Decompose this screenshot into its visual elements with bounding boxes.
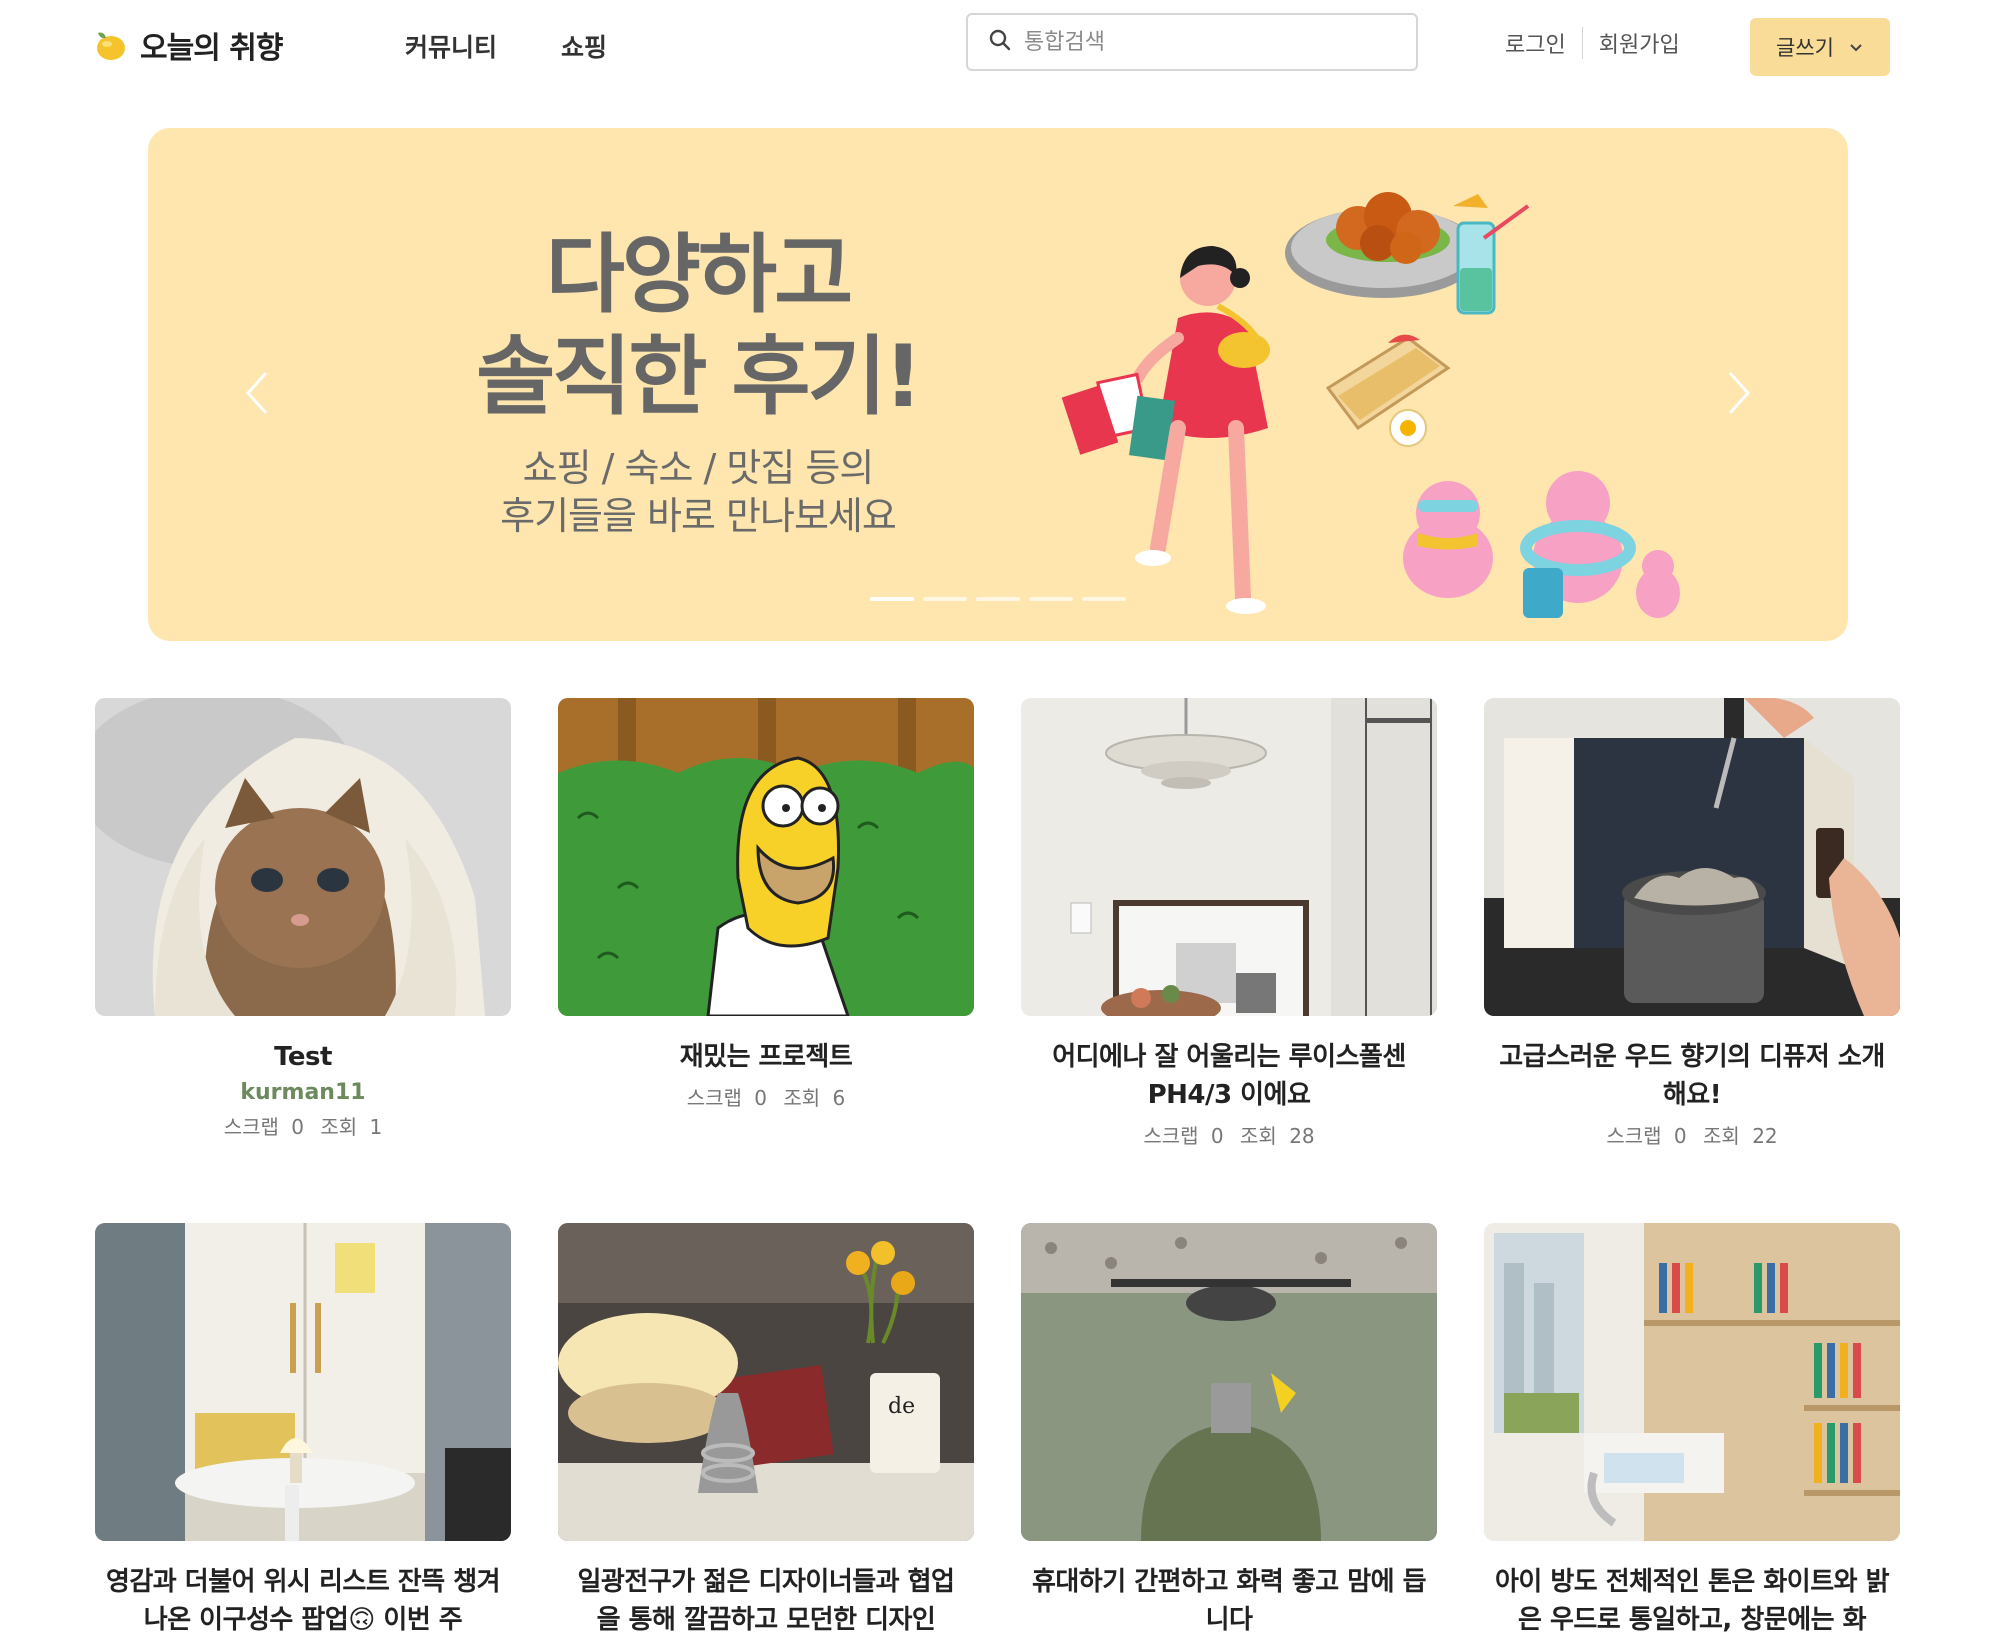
search-icon <box>988 28 1012 56</box>
banner-subtitle: 쇼핑 / 숙소 / 맛집 등의 후기들을 바로 만나보세요 <box>428 444 968 540</box>
views-count: 28 <box>1289 1124 1315 1148</box>
post-title[interactable]: 휴대하기 간편하고 화력 좋고 맘에 듭니다 <box>1021 1563 1437 1639</box>
banner-dot-2[interactable] <box>923 597 967 601</box>
auth-links: 로그인 회원가입 <box>1505 27 1680 59</box>
write-button[interactable]: 글쓰기 <box>1750 18 1890 76</box>
logo-text: 오늘의 취향 <box>140 31 283 66</box>
login-link[interactable]: 로그인 <box>1505 27 1566 59</box>
post-stats: 스크랩 0 조회 28 <box>1021 1120 1437 1149</box>
post-thumbnail[interactable]: de <box>558 1223 974 1541</box>
scrap-label: 스크랩 <box>686 1086 742 1110</box>
post-title[interactable]: 고급스러운 우드 향기의 디퓨저 소개해요! <box>1484 1038 1900 1114</box>
banner-dot-3[interactable] <box>976 597 1020 601</box>
banner-prev-arrow[interactable] <box>238 363 278 423</box>
banner-dot-4[interactable] <box>1029 597 1073 601</box>
post-card-4[interactable]: 고급스러운 우드 향기의 디퓨저 소개해요! 스크랩 0 조회 22 <box>1484 698 1900 1149</box>
scrap-count: 0 <box>754 1086 768 1110</box>
views-label: 조회 <box>1240 1124 1277 1148</box>
banner-dot-5[interactable] <box>1082 597 1126 601</box>
views-count: 6 <box>832 1086 846 1110</box>
banner-dot-1[interactable] <box>870 597 914 601</box>
post-card-1[interactable]: Test kurman11 스크랩 0 조회 1 <box>95 698 511 1140</box>
auth-divider <box>1581 27 1583 59</box>
write-button-label: 글쓰기 <box>1776 36 1834 60</box>
post-title[interactable]: 일광전구가 젊은 디자이너들과 협업을 통해 깔끔하고 모던한 디자인 <box>558 1563 974 1639</box>
post-thumbnail[interactable] <box>558 698 974 1016</box>
views-count: 22 <box>1752 1124 1778 1148</box>
post-thumbnail[interactable] <box>1021 1223 1437 1541</box>
post-thumbnail[interactable] <box>1021 698 1437 1016</box>
banner-title-line2: 솔직한 후기! <box>476 327 923 427</box>
views-count: 1 <box>369 1115 383 1139</box>
lemon-logo-icon <box>92 27 128 63</box>
nav-shopping[interactable]: 쇼핑 <box>561 28 607 64</box>
search-box[interactable] <box>966 13 1418 71</box>
banner-subtitle-line2: 후기들을 바로 만나보세요 <box>500 494 897 538</box>
post-thumbnail[interactable] <box>95 1223 511 1541</box>
scrap-label: 스크랩 <box>1606 1124 1662 1148</box>
post-thumbnail[interactable] <box>1484 698 1900 1016</box>
post-card-8[interactable]: 아이 방도 전체적인 톤은 화이트와 밝은 우드로 통일하고, 창문에는 화 <box>1484 1223 1900 1639</box>
post-thumbnail[interactable] <box>95 698 511 1016</box>
post-title[interactable]: 아이 방도 전체적인 톤은 화이트와 밝은 우드로 통일하고, 창문에는 화 <box>1484 1563 1900 1639</box>
banner-title-line1: 다양하고 <box>545 225 853 325</box>
banner-title: 다양하고 솔직한 후기! <box>428 224 968 428</box>
banner-subtitle-line1: 쇼핑 / 숙소 / 맛집 등의 <box>522 446 875 490</box>
post-title[interactable]: Test <box>95 1038 511 1076</box>
post-card-7[interactable]: 휴대하기 간편하고 화력 좋고 맘에 듭니다 <box>1021 1223 1437 1639</box>
main-nav: 커뮤니티 쇼핑 <box>405 28 607 64</box>
post-card-6[interactable]: de 일광전구가 젊은 디자이너들과 협업을 통해 깔끔하고 모던한 디자인 <box>558 1223 974 1639</box>
scrap-count: 0 <box>1673 1124 1687 1148</box>
scrap-count: 0 <box>291 1115 305 1139</box>
banner-pagination <box>870 597 1126 601</box>
top-header: 오늘의 취향 커뮤니티 쇼핑 로그인 회원가입 글쓰기 <box>0 0 2000 110</box>
post-stats: 스크랩 0 조회 6 <box>558 1082 974 1111</box>
post-thumbnail[interactable] <box>1484 1223 1900 1541</box>
post-author[interactable]: kurman11 <box>95 1080 511 1105</box>
banner-next-arrow[interactable] <box>1718 363 1758 423</box>
hero-banner[interactable]: 다양하고 솔직한 후기! 쇼핑 / 숙소 / 맛집 등의 후기들을 바로 만나보… <box>148 128 1848 641</box>
scrap-count: 0 <box>1210 1124 1224 1148</box>
post-title[interactable]: 어디에나 잘 어울리는 루이스폴센 PH4/3 이에요 <box>1021 1038 1437 1114</box>
post-card-3[interactable]: 어디에나 잘 어울리는 루이스폴센 PH4/3 이에요 스크랩 0 조회 28 <box>1021 698 1437 1149</box>
svg-text:de: de <box>888 1394 915 1419</box>
post-card-5[interactable]: 영감과 더불어 위시 리스트 잔뜩 챙겨 나온 이구성수 팝업🙃 이번 주 <box>95 1223 511 1639</box>
views-label: 조회 <box>320 1115 358 1139</box>
search-input[interactable] <box>1024 29 1384 55</box>
post-title[interactable]: 영감과 더불어 위시 리스트 잔뜩 챙겨 나온 이구성수 팝업🙃 이번 주 <box>95 1563 511 1639</box>
chevron-down-icon <box>1848 35 1864 59</box>
scrap-label: 스크랩 <box>223 1115 279 1139</box>
nav-community[interactable]: 커뮤니티 <box>405 28 497 64</box>
post-card-2[interactable]: 재밌는 프로젝트 스크랩 0 조회 6 <box>558 698 974 1111</box>
post-title[interactable]: 재밌는 프로젝트 <box>558 1038 974 1076</box>
views-label: 조회 <box>1703 1124 1740 1148</box>
logo[interactable]: 오늘의 취향 <box>92 22 283 68</box>
signup-link[interactable]: 회원가입 <box>1599 27 1680 59</box>
post-stats: 스크랩 0 조회 22 <box>1484 1120 1900 1149</box>
post-stats: 스크랩 0 조회 1 <box>95 1111 511 1140</box>
scrap-label: 스크랩 <box>1143 1124 1199 1148</box>
views-label: 조회 <box>783 1086 821 1110</box>
